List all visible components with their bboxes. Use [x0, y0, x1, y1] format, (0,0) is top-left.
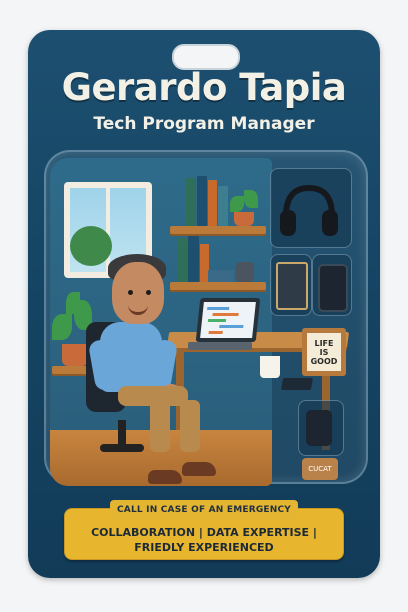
laptop-screen: [195, 298, 261, 342]
frame-line: IS: [319, 347, 329, 357]
shelf-plant-pot: [234, 212, 254, 226]
figure-shoe: [182, 462, 216, 476]
chair-base: [100, 444, 144, 452]
accessory-tag: CUCAT: [302, 458, 338, 480]
figure-eye: [128, 290, 133, 295]
traits-text: COLLABORATION | DATA EXPERTISE | FRIEDLY…: [91, 526, 317, 554]
figure-eye: [146, 290, 151, 295]
leaf-icon: [244, 190, 258, 208]
notebook-icon: [276, 262, 308, 310]
figure-role: Tech Program Manager: [93, 114, 315, 134]
book-icon: [208, 180, 217, 226]
leaf-icon: [52, 314, 72, 340]
leaf-icon: [66, 292, 80, 314]
frame-line: LIFE: [314, 338, 334, 348]
emergency-label: CALL IN CASE OF AN EMERGENCY: [110, 500, 298, 520]
figure-name: Gerardo Tapia: [61, 66, 347, 109]
life-is-good-frame: LIFE IS GOOD: [302, 328, 346, 376]
coffee-mug-icon: [260, 356, 280, 378]
figure-shin: [150, 400, 170, 452]
book-icon: [208, 270, 234, 282]
speaker-icon: [306, 410, 332, 446]
upper-shelf: [170, 226, 266, 234]
book-icon: [218, 186, 228, 226]
gantt-chart-icon: [207, 307, 244, 334]
desk-phone-icon: [280, 378, 314, 390]
leaf-icon: [230, 196, 244, 212]
book-icon: [197, 176, 207, 226]
book-icon: [178, 238, 187, 282]
lower-shelf: [170, 282, 266, 290]
chair-stem: [118, 420, 126, 446]
figure-shin: [180, 400, 200, 452]
book-icon: [186, 178, 196, 226]
laptop-keyboard: [188, 342, 252, 350]
floor-plant-pot: [62, 344, 88, 366]
headphones-icon: [278, 180, 340, 240]
book-icon: [188, 236, 199, 282]
figure-shoe: [148, 470, 182, 484]
jar-icon: [236, 262, 254, 282]
smartphone-icon: [318, 264, 348, 312]
frame-line: GOOD: [310, 356, 338, 366]
